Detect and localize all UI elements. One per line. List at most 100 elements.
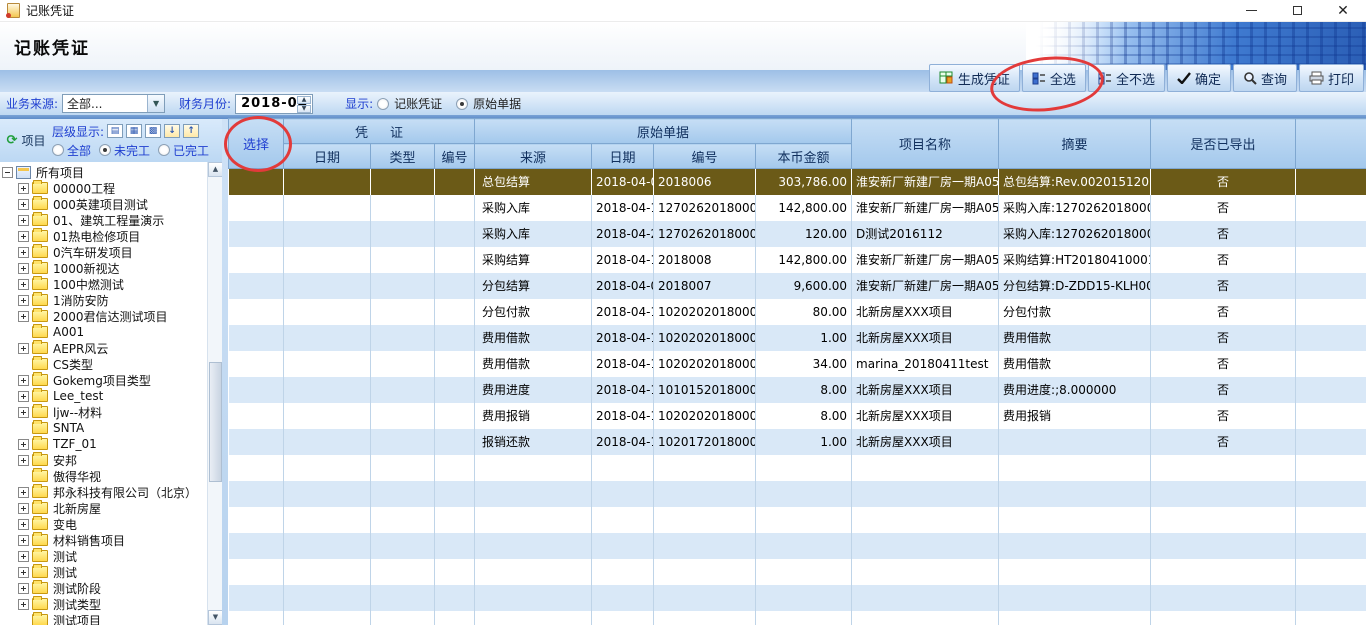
table-row[interactable]: 分包结算2018-04-0920180079,600.00淮安新厂新建厂房一期A… xyxy=(229,273,1366,299)
table-row[interactable]: 采购入库2018-04-251270262018000007120.00D测试2… xyxy=(229,221,1366,247)
tree-item[interactable]: 测试阶段 xyxy=(0,580,207,596)
scrollbar-thumb[interactable] xyxy=(209,362,222,482)
tree-item[interactable]: 1000新视达 xyxy=(0,260,207,276)
tree-item[interactable]: 邦永科技有限公司（北京） xyxy=(0,484,207,500)
tree-item[interactable]: 0汽车研发项目 xyxy=(0,244,207,260)
tree-scrollbar[interactable]: ▲ ▼ xyxy=(207,162,222,625)
column-voucher-type[interactable]: 类型 xyxy=(371,144,435,169)
expand-box-icon[interactable] xyxy=(18,583,29,594)
table-row[interactable]: 费用进度2018-04-1210101520180000118.00北新房屋XX… xyxy=(229,377,1366,403)
minimize-button[interactable] xyxy=(1228,0,1274,22)
tree-item[interactable]: 测试类型 xyxy=(0,596,207,612)
tree-item[interactable]: 000英建项目测试 xyxy=(0,196,207,212)
status-option-unfinished[interactable]: 未完工 xyxy=(99,142,150,159)
generate-voucher-button[interactable]: 生成凭证 xyxy=(929,64,1020,92)
expand-box-icon[interactable] xyxy=(18,247,29,258)
expand-box-icon[interactable] xyxy=(18,199,29,210)
table-row[interactable]: 费用借款2018-04-1210202020180000101.00北新房屋XX… xyxy=(229,325,1366,351)
fiscal-month-spinner[interactable]: 2018-04 ▲ ▼ xyxy=(235,94,313,114)
expand-box-icon[interactable] xyxy=(18,487,29,498)
scroll-up-icon[interactable]: ▲ xyxy=(208,162,223,177)
expand-box-icon[interactable] xyxy=(18,519,29,530)
scroll-down-icon[interactable]: ▼ xyxy=(208,610,223,625)
expand-box-icon[interactable] xyxy=(18,391,29,402)
expand-box-icon[interactable] xyxy=(18,455,29,466)
tree-item[interactable]: Lee_test xyxy=(0,388,207,404)
tree-item[interactable]: 01热电检修项目 xyxy=(0,228,207,244)
status-option-all[interactable]: 全部 xyxy=(52,142,91,159)
expand-box-icon[interactable] xyxy=(18,215,29,226)
tree-item[interactable]: 2000君信达测试项目 xyxy=(0,308,207,324)
table-row[interactable]: 分包付款2018-04-11102020201800000980.00北新房屋X… xyxy=(229,299,1366,325)
expand-box-icon[interactable] xyxy=(18,503,29,514)
column-original-date[interactable]: 日期 xyxy=(592,144,654,169)
expand-box-icon[interactable] xyxy=(18,407,29,418)
expand-box-icon[interactable] xyxy=(18,439,29,450)
expand-box-icon[interactable] xyxy=(18,599,29,610)
expand-box-icon[interactable] xyxy=(18,263,29,274)
column-summary[interactable]: 摘要 xyxy=(999,119,1151,169)
expand-box-icon[interactable] xyxy=(18,375,29,386)
column-select[interactable]: 选择 xyxy=(229,119,284,169)
expand-box-icon[interactable] xyxy=(18,567,29,578)
collapse-box-icon[interactable] xyxy=(2,167,13,178)
refresh-icon[interactable]: ⟳ xyxy=(7,133,18,148)
partial-view-icon[interactable]: ▦ xyxy=(126,124,142,138)
tree-item[interactable]: 测试项目 xyxy=(0,612,207,625)
table-row[interactable]: 采购入库2018-04-101270262018000005142,800.00… xyxy=(229,195,1366,221)
tree-item[interactable]: 北新房屋 xyxy=(0,500,207,516)
tree-item[interactable]: 测试 xyxy=(0,548,207,564)
tree-item[interactable]: AEPR风云 xyxy=(0,340,207,356)
select-all-button[interactable]: 全选 xyxy=(1022,64,1086,92)
table-row[interactable]: 报销还款2018-04-1210201720180000031.00北新房屋XX… xyxy=(229,429,1366,455)
expand-box-icon[interactable] xyxy=(18,183,29,194)
column-voucher-number[interactable]: 编号 xyxy=(435,144,475,169)
tree-item[interactable]: Gokemg项目类型 xyxy=(0,372,207,388)
tree-item[interactable]: SNTA xyxy=(0,420,207,436)
column-source[interactable]: 来源 xyxy=(475,144,592,169)
column-exported[interactable]: 是否已导出 xyxy=(1151,119,1296,169)
table-row[interactable]: 总包结算2018-04-092018006303,786.00淮安新厂新建厂房一… xyxy=(229,169,1366,195)
expand-box-icon[interactable] xyxy=(18,295,29,306)
grid-view-icon[interactable]: ▩ xyxy=(145,124,161,138)
tree-item[interactable]: TZF_01 xyxy=(0,436,207,452)
expand-box-icon[interactable] xyxy=(18,343,29,354)
table-row[interactable]: 采购结算2018-04-102018008142,800.00淮安新厂新建厂房一… xyxy=(229,247,1366,273)
table-row[interactable]: 费用报销2018-04-1210202020180000128.00北新房屋XX… xyxy=(229,403,1366,429)
spin-up-icon[interactable]: ▲ xyxy=(297,96,311,104)
print-button[interactable]: 打印 xyxy=(1299,64,1364,92)
tree-view-icon[interactable]: ▤ xyxy=(107,124,123,138)
tree-item[interactable]: 00000工程 xyxy=(0,180,207,196)
confirm-button[interactable]: 确定 xyxy=(1167,64,1231,92)
tree-item[interactable]: 100中燃测试 xyxy=(0,276,207,292)
column-original-number[interactable]: 编号 xyxy=(654,144,756,169)
tree-item[interactable]: 傲得华视 xyxy=(0,468,207,484)
expand-down-icon[interactable]: ↓ xyxy=(164,124,180,138)
query-button[interactable]: 查询 xyxy=(1233,64,1297,92)
tree-item[interactable]: 安邦 xyxy=(0,452,207,468)
expand-box-icon[interactable] xyxy=(18,551,29,562)
select-none-button[interactable]: 全不选 xyxy=(1088,64,1165,92)
tree-item[interactable]: A001 xyxy=(0,324,207,340)
tree-item[interactable]: 测试 xyxy=(0,564,207,580)
expand-box-icon[interactable] xyxy=(18,311,29,322)
expand-box-icon[interactable] xyxy=(18,535,29,546)
column-amount[interactable]: 本币金额 xyxy=(756,144,852,169)
tree-item[interactable]: CS类型 xyxy=(0,356,207,372)
tree-root[interactable]: 所有项目 xyxy=(0,164,207,180)
tree-item[interactable]: 01、建筑工程量演示 xyxy=(0,212,207,228)
column-voucher-date[interactable]: 日期 xyxy=(284,144,371,169)
collapse-up-icon[interactable]: ↑ xyxy=(183,124,199,138)
tree-item[interactable]: ljw--材料 xyxy=(0,404,207,420)
display-option-original[interactable]: 原始单据 xyxy=(456,95,521,112)
tree-item[interactable]: 1消防安防 xyxy=(0,292,207,308)
table-row[interactable]: 费用借款2018-04-12102020201800001134.00marin… xyxy=(229,351,1366,377)
expand-box-icon[interactable] xyxy=(18,231,29,242)
status-option-finished[interactable]: 已完工 xyxy=(158,142,209,159)
dropdown-arrow-icon[interactable]: ▼ xyxy=(147,95,164,112)
close-button[interactable]: ✕ xyxy=(1320,0,1366,22)
column-project[interactable]: 项目名称 xyxy=(852,119,999,169)
restore-button[interactable] xyxy=(1274,0,1320,22)
business-source-select[interactable]: 全部... ▼ xyxy=(62,94,165,113)
expand-box-icon[interactable] xyxy=(18,279,29,290)
